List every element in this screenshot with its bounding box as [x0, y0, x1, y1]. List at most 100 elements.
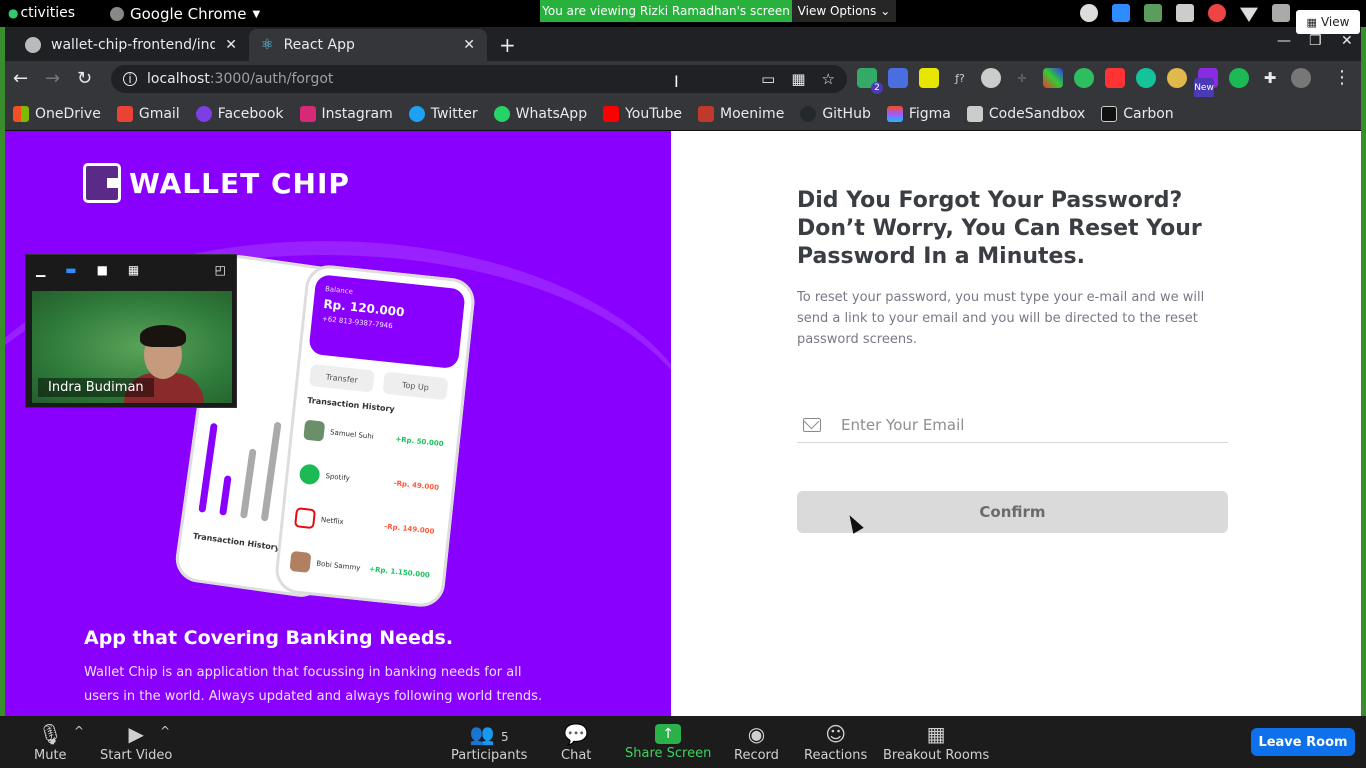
translate-icon[interactable]	[888, 68, 908, 88]
mute-button[interactable]: 🎙 Mute	[34, 722, 67, 763]
instagram-icon	[299, 105, 316, 122]
share-screen-button[interactable]: ↑ Share Screen	[625, 722, 711, 761]
leave-room-button[interactable]: Leave Room	[1251, 728, 1355, 756]
codesandbox-icon	[966, 105, 983, 122]
profile-avatar[interactable]	[1291, 68, 1311, 88]
bookmark-label: Twitter	[430, 105, 478, 122]
bookmark-gmail[interactable]: Gmail	[116, 105, 180, 122]
cast-icon[interactable]: ▭	[761, 70, 775, 88]
radar-icon[interactable]	[1229, 68, 1249, 88]
back-icon[interactable]: ←	[13, 68, 28, 89]
puzzle-icon[interactable]: ✚	[1260, 68, 1280, 88]
bar	[219, 475, 232, 516]
thumbnail-view-icon[interactable]: ■	[97, 263, 108, 277]
react-icon: ⚛	[261, 37, 274, 53]
coffee-icon[interactable]	[1080, 4, 1098, 22]
ruler-icon[interactable]: ✛	[1012, 68, 1032, 88]
wallet-chip-logo: WALLET CHIP	[83, 163, 350, 203]
chat-button[interactable]: 💬 Chat	[561, 722, 591, 763]
volume-icon[interactable]	[1272, 4, 1290, 22]
wifi-icon[interactable]	[1240, 7, 1258, 22]
logo-text: WALLET CHIP	[129, 166, 350, 200]
grammarly-icon[interactable]	[1136, 68, 1156, 88]
video-off-icon: ▶	[128, 722, 144, 746]
address-bar[interactable]: i localhost:3000/auth/forgot ▭ ▦ ☆	[111, 65, 847, 93]
extension-tray-icon[interactable]	[1144, 4, 1162, 22]
record-button[interactable]: ◉ Record	[734, 722, 779, 763]
tx-row: Samuel Suhi +Rp. 50.000	[302, 412, 445, 462]
minimize-icon[interactable]: —	[1277, 33, 1291, 49]
facebook-icon	[195, 105, 212, 122]
email-input[interactable]	[841, 415, 1201, 434]
globe-icon[interactable]	[981, 68, 1001, 88]
forgot-password-panel: Did You Forgot Your Password? Don’t Worr…	[671, 131, 1361, 716]
tx-history-title: Transaction History	[306, 395, 396, 414]
close-icon[interactable]: ✕	[225, 37, 237, 53]
bookmark-whatsapp[interactable]: WhatsApp	[493, 105, 587, 122]
bookmark-moenime[interactable]: Moenime	[698, 105, 785, 122]
zoom-tray-icon[interactable]	[1112, 4, 1130, 22]
zoom-control-bar: 🎙 Mute ^ ▶ Start Video ^ 👥 5 Participant…	[0, 716, 1366, 768]
tab-github[interactable]: wallet-chip-frontend/inde ✕	[13, 29, 249, 61]
bookmark-facebook[interactable]: Facebook	[195, 105, 284, 122]
participants-button[interactable]: 👥 5 Participants	[451, 722, 527, 763]
reload-icon[interactable]: ↻	[77, 68, 92, 89]
system-tray	[1080, 4, 1290, 22]
shield-icon: ●	[8, 6, 19, 20]
maximize-icon[interactable]: ❐	[1309, 33, 1322, 49]
cookie-icon[interactable]	[1167, 68, 1187, 88]
more-menu-icon[interactable]: ⋮	[1333, 67, 1351, 88]
new-extension-icon[interactable]: New	[1194, 68, 1218, 98]
view-options-button[interactable]: View Options ⌄	[792, 0, 896, 22]
app-menu[interactable]: Google Chrome ▼	[110, 5, 260, 23]
bookmark-label: Carbon	[1123, 105, 1174, 122]
page-title: Did You Forgot Your Password? Don’t Worr…	[797, 188, 1202, 269]
font-icon[interactable]: ƒ?	[950, 68, 970, 88]
discord-icon[interactable]	[1176, 4, 1194, 22]
speaker-view-icon[interactable]: ▬	[65, 263, 76, 277]
tab-react-app[interactable]: ⚛ React App ✕	[249, 29, 487, 61]
qr-icon[interactable]: ▦	[791, 70, 805, 88]
adblock-icon[interactable]	[1105, 68, 1125, 88]
chrome-tray-icon[interactable]	[1208, 4, 1226, 22]
bookmark-codesandbox[interactable]: CodeSandbox	[966, 105, 1085, 122]
minimize-video-icon[interactable]: ▁	[36, 263, 45, 277]
video-options-icon[interactable]: ^	[160, 724, 170, 738]
extension-2-icon[interactable]: 2	[857, 68, 883, 94]
transfer-chip: Transfer	[308, 363, 375, 393]
start-video-label: Start Video	[100, 748, 173, 763]
breakout-rooms-button[interactable]: ▦ Breakout Rooms	[883, 722, 989, 763]
exit-icon[interactable]: ◰	[215, 263, 226, 277]
bookmark-carbon[interactable]: Carbon	[1101, 105, 1174, 122]
bookmark-label: Moenime	[720, 105, 785, 122]
bookmark-youtube[interactable]: YouTube	[603, 105, 682, 122]
zoom-video-panel[interactable]: ▁ ▬ ■ ▦ ◰ Indra Budiman	[25, 254, 237, 408]
gmail-icon	[116, 105, 133, 122]
highlighter-icon[interactable]	[919, 68, 939, 88]
forward-icon[interactable]: →	[45, 68, 60, 89]
activities-button[interactable]: ● ctivities	[8, 5, 75, 21]
new-tab-button[interactable]: +	[499, 33, 516, 57]
colorzilla-icon[interactable]	[1043, 68, 1063, 88]
mute-options-icon[interactable]: ^	[74, 724, 84, 738]
gallery-view-icon[interactable]: ▦	[128, 263, 139, 277]
bookmark-star-icon[interactable]: ☆	[822, 70, 835, 88]
phone-actions: Transfer Top Up	[308, 363, 449, 401]
bookmark-instagram[interactable]: Instagram	[299, 105, 393, 122]
tx-row: Spotify -Rp. 49.000	[298, 455, 441, 505]
info-icon[interactable]: i	[123, 72, 137, 86]
tx-name: Samuel Suhi	[329, 428, 375, 441]
close-icon[interactable]: ✕	[463, 37, 475, 53]
tx-row: Bobi Sammy +Rp. 1.150.000	[289, 543, 432, 593]
bookmark-onedrive[interactable]: OneDrive	[13, 105, 101, 122]
reactions-button[interactable]: ☺ Reactions	[804, 722, 867, 763]
bookmark-twitter[interactable]: Twitter	[408, 105, 478, 122]
evernote-icon[interactable]	[1074, 68, 1094, 88]
bar	[198, 422, 218, 513]
bookmark-github[interactable]: GitHub	[800, 105, 871, 122]
zoom-view-button[interactable]: ▦ View	[1296, 10, 1360, 34]
spotify-icon	[298, 463, 321, 486]
close-window-icon[interactable]: ✕	[1341, 33, 1353, 49]
bookmark-figma[interactable]: Figma	[886, 105, 951, 122]
github-icon	[800, 105, 817, 122]
